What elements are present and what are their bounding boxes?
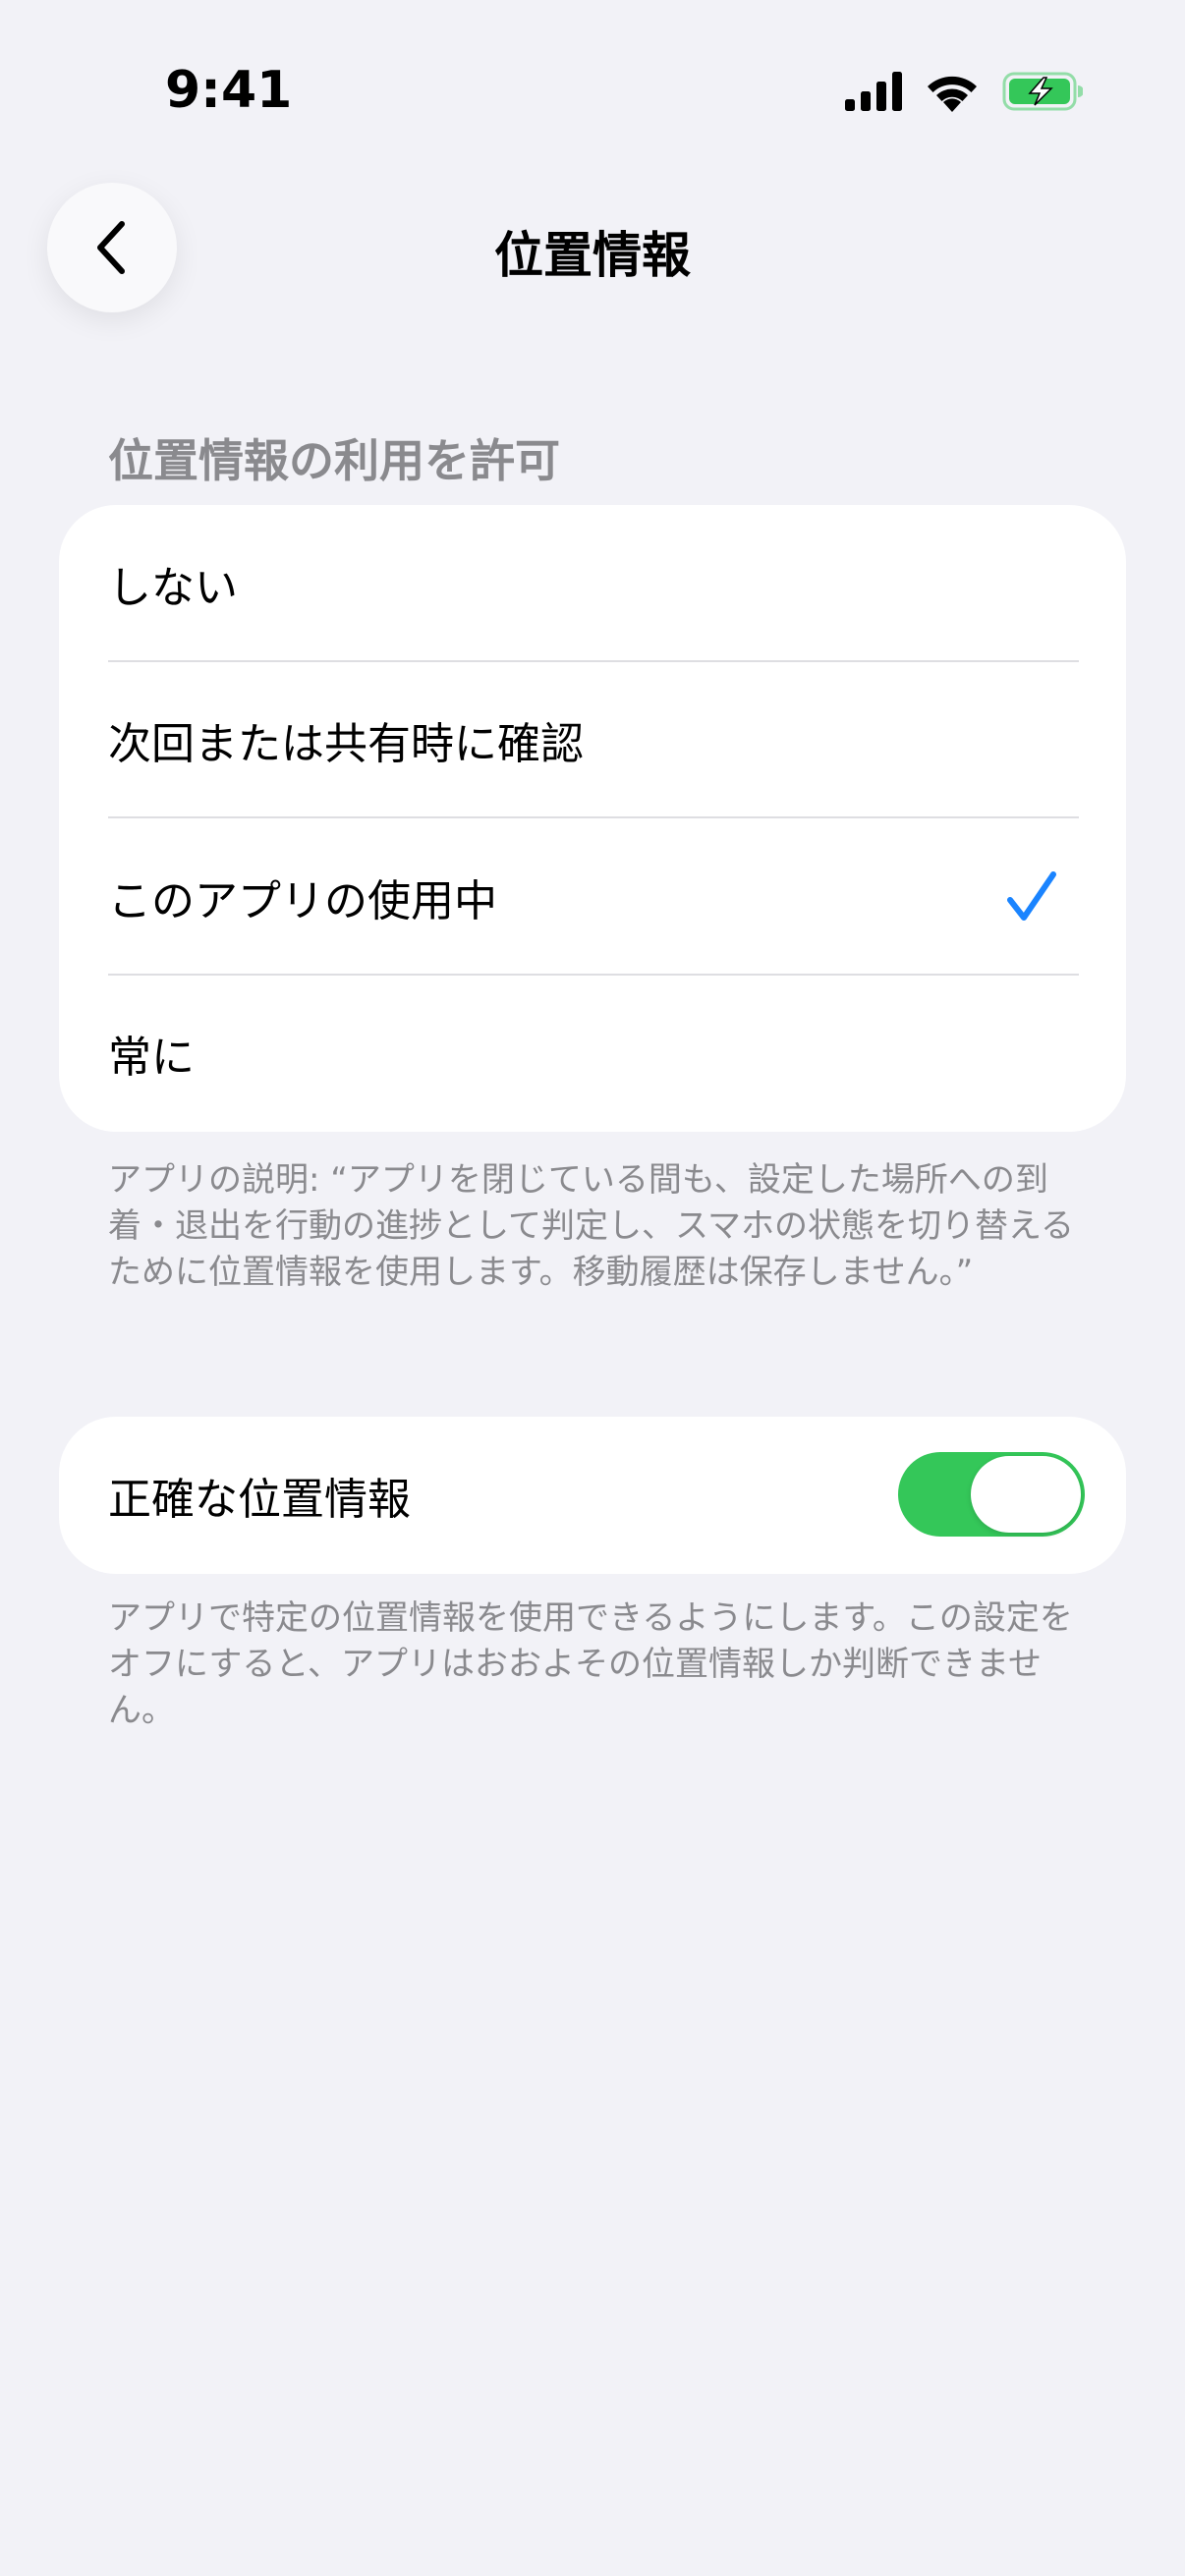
option-never[interactable]: しない — [59, 505, 1126, 662]
app-description-footnote: アプリの説明: “アプリを閉じている間も、設定した場所への到着・退出を行動の進捗… — [108, 1160, 1074, 1292]
option-label: 次回または共有時に確認 — [108, 719, 584, 770]
page-title: 位置情報 — [494, 227, 691, 284]
battery-charging-icon — [1002, 72, 1083, 111]
signal-icon — [845, 72, 902, 111]
option-label: 常に — [108, 1033, 195, 1084]
location-options-list: しない 次回または共有時に確認 このアプリの使用中 常に — [59, 505, 1126, 1132]
precise-location-footnote: アプリで特定の位置情報を使用できるようにします。この設定をオフにすると、アプリは… — [108, 1598, 1073, 1730]
toggle-knob — [971, 1456, 1081, 1533]
status-icons — [845, 71, 1083, 112]
option-always[interactable]: 常に — [59, 976, 1126, 1133]
checkmark-icon — [1007, 870, 1056, 921]
precise-location-row: 正確な位置情報 — [59, 1417, 1126, 1574]
precise-location-toggle[interactable] — [898, 1452, 1085, 1537]
option-label: このアプリの使用中 — [108, 875, 497, 926]
option-ask-next-time[interactable]: 次回または共有時に確認 — [59, 662, 1126, 819]
precise-location-label: 正確な位置情報 — [108, 1475, 411, 1525]
option-label: しない — [108, 562, 238, 613]
status-bar: 9:41 — [0, 0, 1185, 187]
section-header-location-access: 位置情報の利用を許可 — [108, 434, 560, 487]
wifi-icon — [928, 76, 977, 112]
status-time: 9:41 — [165, 61, 293, 120]
option-while-using[interactable]: このアプリの使用中 — [59, 818, 1126, 976]
